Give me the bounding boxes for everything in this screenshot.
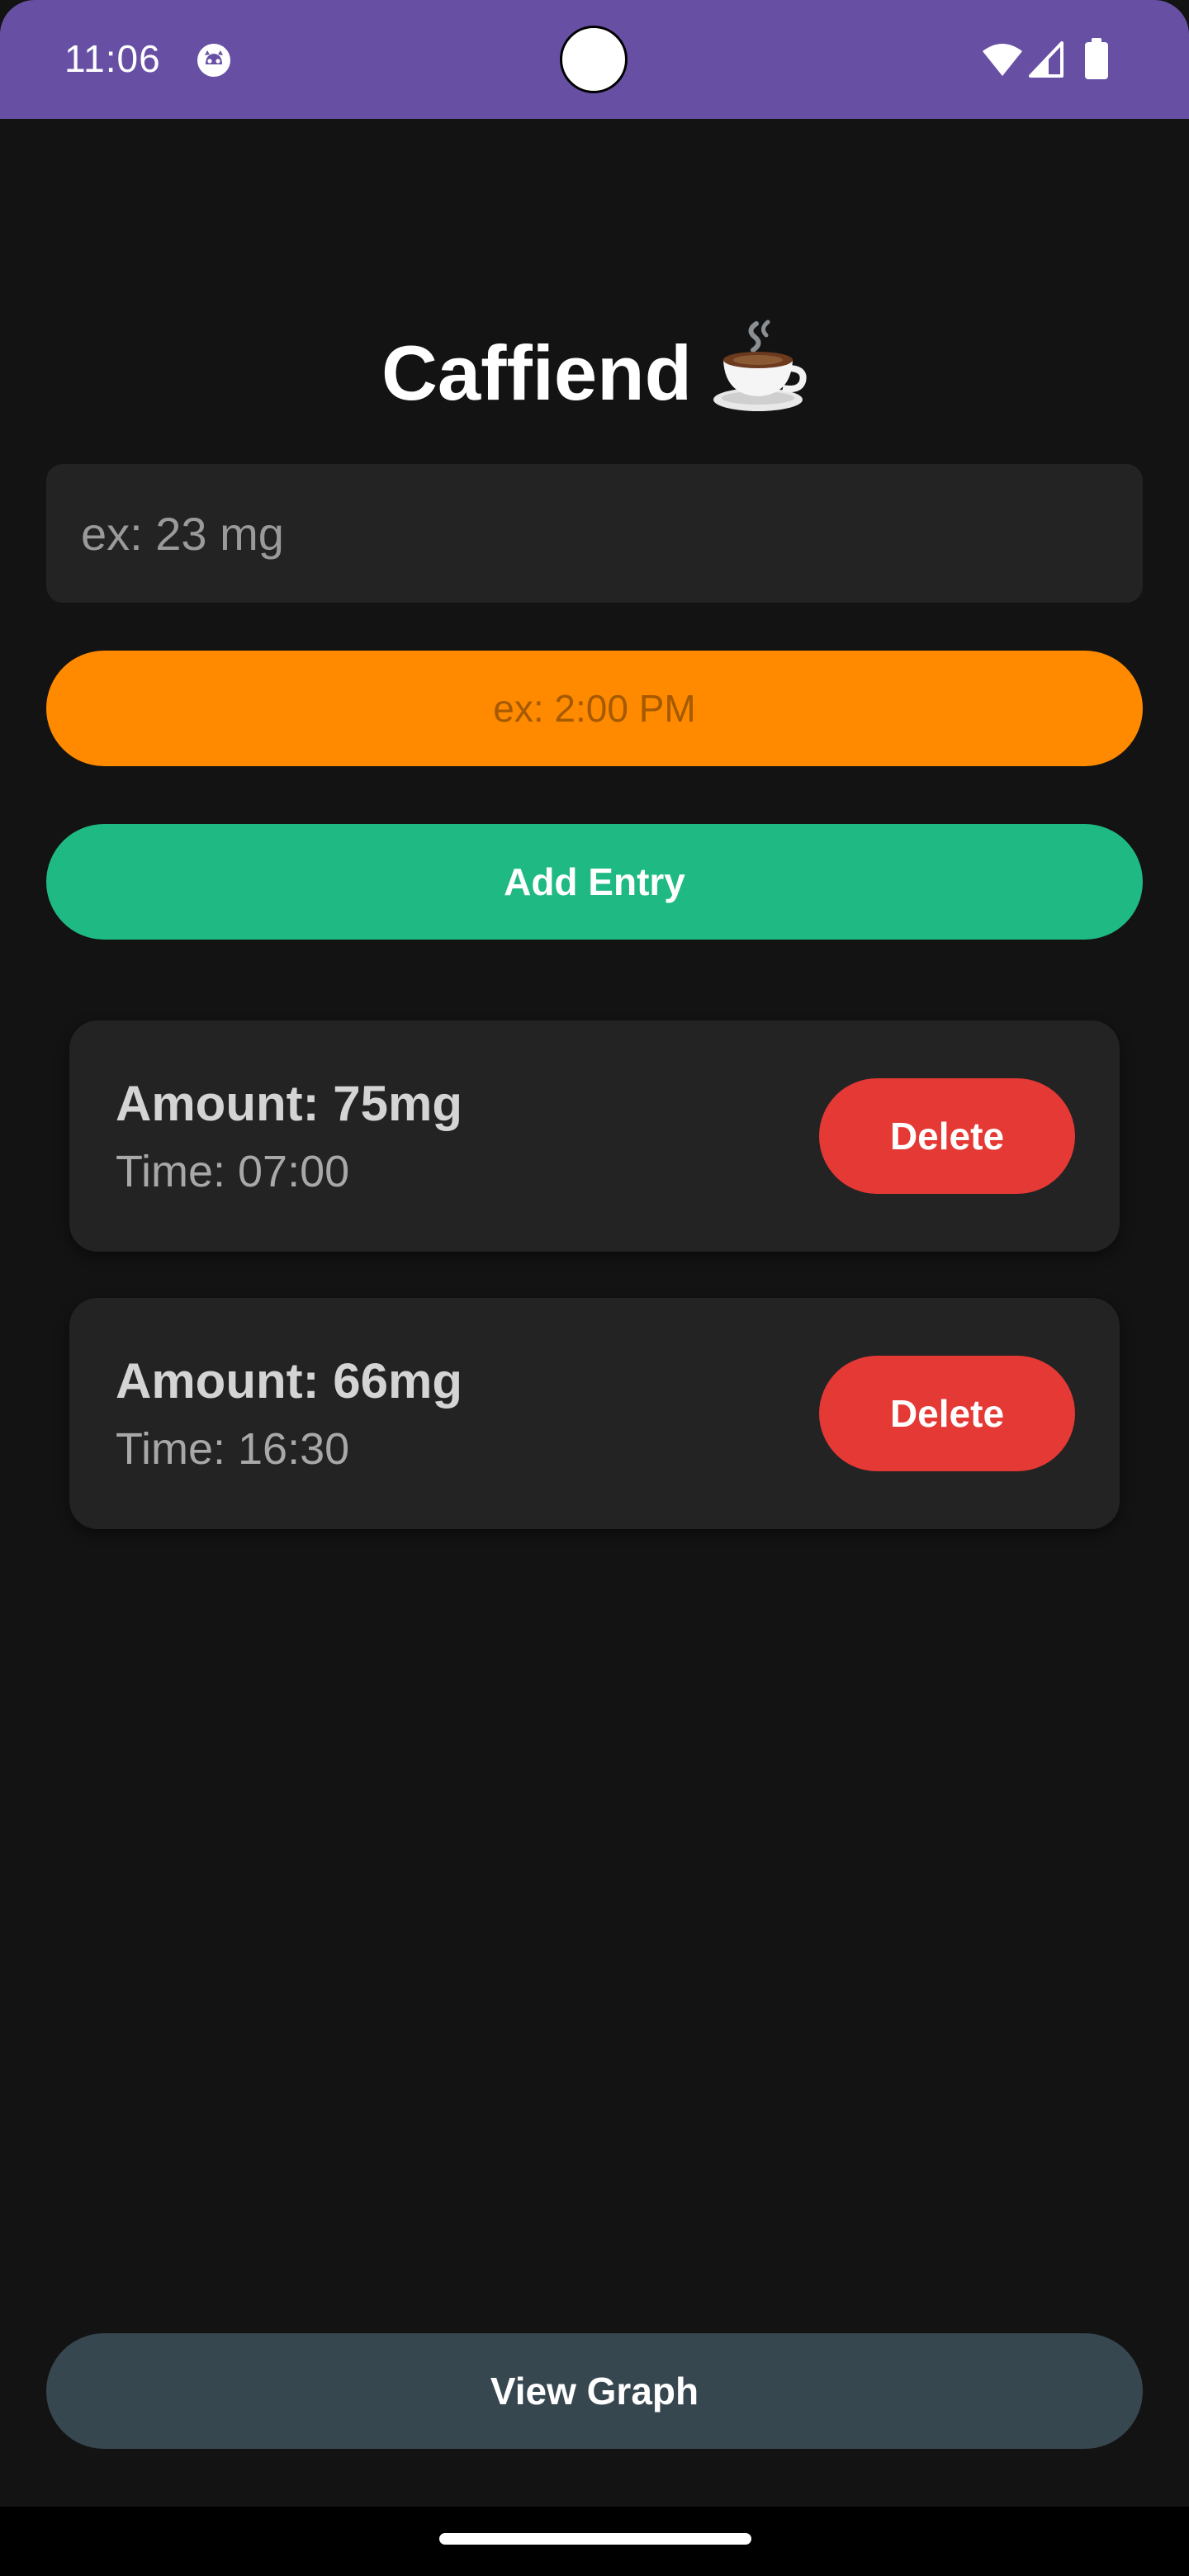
- add-entry-button[interactable]: Add Entry: [46, 824, 1143, 940]
- app-title-row: Caffiend: [0, 317, 1189, 423]
- app-title: Caffiend: [381, 329, 692, 416]
- entry-time: Time: 07:00: [116, 1147, 350, 1196]
- delete-label: Delete: [889, 1392, 1005, 1435]
- wifi-icon: [983, 44, 1022, 76]
- view-graph-label: View Graph: [490, 2370, 699, 2413]
- entry-amount: Amount: 66mg: [116, 1353, 462, 1409]
- add-entry-label: Add Entry: [504, 860, 685, 903]
- status-time: 11:06: [64, 37, 161, 80]
- signal-icon: [1029, 41, 1063, 78]
- entry-card: Amount: 66mg Time: 16:30 Delete: [69, 1298, 1120, 1529]
- app-notification-icon: [197, 44, 230, 77]
- time-picker-button[interactable]: ex: 2:00 PM: [46, 651, 1143, 766]
- entry-card: Amount: 75mg Time: 07:00 Delete: [69, 1020, 1120, 1252]
- view-graph-button[interactable]: View Graph: [46, 2333, 1143, 2449]
- status-bar: 11:06: [0, 0, 1189, 119]
- entry-time: Time: 16:30: [116, 1424, 350, 1474]
- amount-input[interactable]: [46, 464, 1143, 603]
- time-picker-placeholder: ex: 2:00 PM: [493, 687, 696, 730]
- delete-button[interactable]: Delete: [819, 1356, 1075, 1471]
- app-screen: 11:06 Caffiend ex: 23 mg ex: 2:00 PM Add…: [0, 0, 1189, 2576]
- delete-button[interactable]: Delete: [819, 1078, 1075, 1194]
- coffee-cup-icon: [713, 320, 807, 411]
- camera-cutout: [560, 26, 628, 93]
- entry-amount: Amount: 75mg: [116, 1076, 462, 1131]
- home-gesture-handle[interactable]: [439, 2533, 751, 2545]
- delete-label: Delete: [889, 1115, 1005, 1158]
- battery-icon: [1085, 38, 1108, 79]
